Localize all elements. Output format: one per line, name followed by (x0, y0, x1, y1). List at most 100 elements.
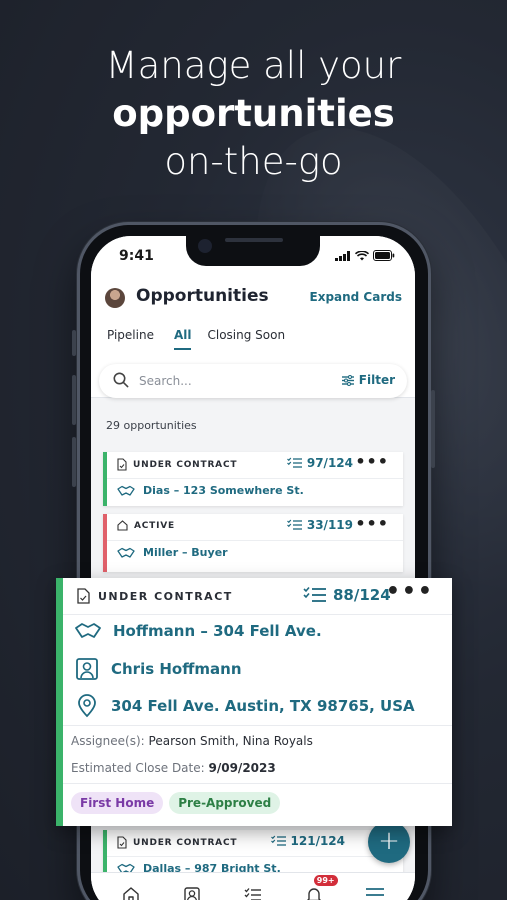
bell-icon (306, 887, 321, 900)
card-divider (63, 783, 452, 784)
card-task-progress[interactable]: 33/119 (286, 518, 353, 532)
tab-all[interactable]: All (173, 328, 192, 350)
tab-pipeline[interactable]: Pipeline (107, 328, 154, 350)
filter-icon (341, 374, 354, 386)
headline-line-3: on-the-go (164, 140, 343, 183)
card-title-row: Hoffmann – 304 Fell Ave. (75, 622, 322, 640)
document-icon (117, 836, 127, 849)
avatar[interactable] (105, 288, 125, 308)
phone-camera (198, 239, 212, 253)
checklist-icon (286, 457, 302, 468)
checklist-icon (303, 586, 326, 602)
more-options-icon[interactable]: ••• (355, 514, 389, 533)
add-opportunity-button[interactable]: + (368, 821, 410, 863)
nav-notifications[interactable]: 99+ (302, 874, 338, 900)
phone-speaker (225, 238, 283, 242)
bottom-nav: 99+ (91, 872, 415, 900)
location-pin-icon (78, 694, 96, 718)
card-divider (63, 725, 452, 726)
filter-label: Filter (358, 373, 395, 387)
tag-first-home[interactable]: First Home (71, 792, 164, 814)
card-title: Miller – Buyer (143, 546, 228, 559)
opportunity-card[interactable]: UNDER CONTRACT 121/124 Dallas – 987 Brig… (103, 830, 403, 876)
nav-tasks[interactable] (241, 883, 265, 900)
document-icon (77, 588, 90, 604)
card-status: UNDER CONTRACT (117, 458, 237, 471)
card-task-progress[interactable]: 97/124 (286, 456, 353, 470)
card-task-progress[interactable]: 121/124 (270, 834, 345, 848)
close-date-value: 9/09/2023 (208, 761, 276, 775)
tag-pre-approved[interactable]: Pre-Approved (169, 792, 281, 814)
card-status: UNDER CONTRACT (117, 836, 237, 849)
card-title: Dias – 123 Somewhere St. (143, 484, 304, 497)
handshake-icon (75, 623, 101, 638)
house-icon (117, 520, 128, 531)
card-address-row[interactable]: 304 Fell Ave. Austin, TX 98765, USA (75, 694, 415, 718)
card-title: Hoffmann – 304 Fell Ave. (113, 622, 322, 640)
card-contact-name: Chris Hoffmann (111, 660, 242, 678)
card-task-count: 97/124 (306, 456, 353, 470)
headline-line-1: Manage all your (105, 44, 402, 87)
card-divider (63, 614, 452, 615)
document-icon (117, 458, 127, 471)
expanded-opportunity-card[interactable]: UNDER CONTRACT 88/124 ••• Hoffmann – 304… (56, 578, 452, 826)
marketing-headline: Manage all your opportunities on-the-go (0, 42, 507, 186)
card-status: UNDER CONTRACT (77, 588, 233, 604)
card-divider (107, 856, 403, 857)
checklist-icon (270, 835, 286, 846)
card-status-label: UNDER CONTRACT (133, 459, 238, 470)
filter-button[interactable]: Filter (341, 373, 395, 387)
nav-contacts[interactable] (180, 883, 204, 900)
card-divider (107, 540, 403, 541)
handshake-icon (117, 547, 135, 558)
more-options-icon[interactable]: ••• (355, 452, 389, 471)
card-task-count: 88/124 (333, 586, 391, 604)
phone-volume-up (72, 375, 76, 425)
card-address: 304 Fell Ave. Austin, TX 98765, USA (111, 697, 415, 715)
card-status-label: UNDER CONTRACT (98, 589, 233, 603)
close-date-label: Estimated Close Date: (71, 761, 205, 775)
phone-power-button (431, 390, 435, 468)
tag-list: First Home Pre-Approved (71, 792, 281, 814)
card-task-count: 33/119 (306, 518, 353, 532)
tasks-icon (244, 887, 261, 900)
nav-home[interactable] (119, 883, 143, 900)
card-status-label: UNDER CONTRACT (133, 837, 238, 848)
opportunity-card[interactable]: ACTIVE 33/119 ••• Miller – Buyer (103, 514, 403, 572)
search-input[interactable]: Search... Filter (99, 364, 407, 398)
more-options-icon[interactable]: ••• (386, 579, 434, 604)
tab-bar: Pipeline All Closing Soon (107, 328, 305, 350)
search-icon (113, 372, 129, 388)
card-title-row: Miller – Buyer (117, 546, 228, 559)
assignees-label: Assignee(s): (71, 734, 145, 748)
expand-cards-button[interactable]: Expand Cards (310, 290, 403, 304)
phone-volume-down (72, 437, 76, 487)
status-icons (335, 250, 395, 261)
nav-menu[interactable] (363, 883, 387, 900)
notification-badge: 99+ (313, 874, 338, 886)
tab-closing-soon[interactable]: Closing Soon (207, 328, 285, 350)
signal-icon (335, 250, 350, 261)
assignees-value: Pearson Smith, Nina Royals (148, 734, 313, 748)
menu-icon (365, 887, 384, 900)
card-title-row: Dias – 123 Somewhere St. (117, 484, 304, 497)
handshake-icon (117, 485, 135, 496)
status-time: 9:41 (119, 248, 154, 264)
phone-mute-switch (72, 330, 76, 356)
contact-icon (184, 886, 200, 900)
card-divider (107, 478, 403, 479)
opportunity-count: 29 opportunities (106, 419, 197, 432)
contact-icon (76, 658, 98, 680)
card-task-count: 121/124 (290, 834, 345, 848)
page-title: Opportunities (136, 286, 269, 306)
card-status-label: ACTIVE (134, 520, 175, 531)
battery-icon (373, 250, 395, 261)
headline-line-2: opportunities (112, 92, 395, 135)
opportunity-card[interactable]: UNDER CONTRACT 97/124 ••• Dias – 123 Som… (103, 452, 403, 506)
checklist-icon (286, 519, 302, 530)
card-contact-row[interactable]: Chris Hoffmann (75, 658, 242, 680)
card-task-progress[interactable]: 88/124 (303, 586, 391, 604)
search-placeholder: Search... (139, 374, 192, 388)
assignees-row: Assignee(s): Pearson Smith, Nina Royals (71, 734, 313, 748)
close-date-row: Estimated Close Date: 9/09/2023 (71, 761, 276, 775)
